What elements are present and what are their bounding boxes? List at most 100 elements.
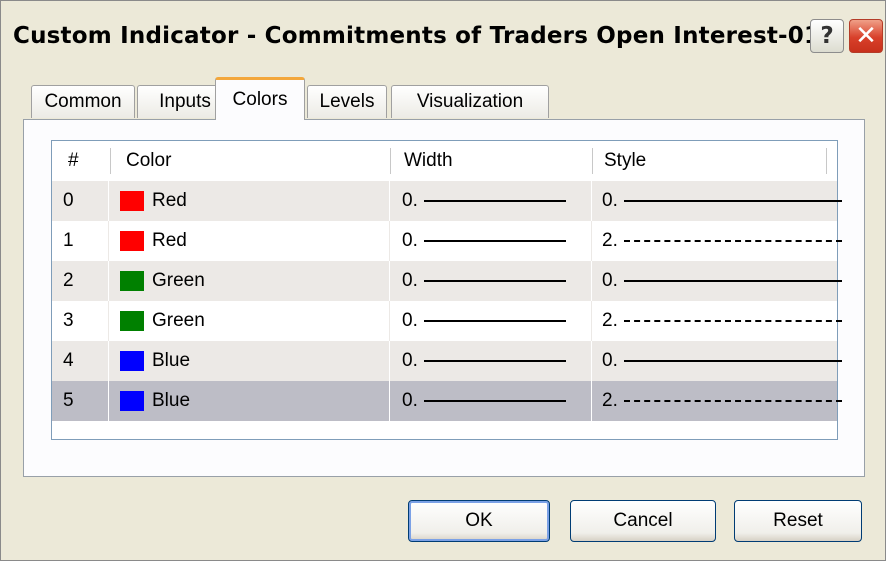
color-name: Green xyxy=(152,310,205,331)
table-row[interactable]: 3 Green 0. 2. xyxy=(52,301,842,341)
ok-button[interactable]: OK xyxy=(408,500,550,542)
style-value: 0. xyxy=(602,270,618,291)
color-name: Green xyxy=(152,270,205,291)
width-cell[interactable]: 0. xyxy=(402,181,592,221)
style-value: 0. xyxy=(602,350,618,371)
title-bar[interactable]: Custom Indicator - Commitments of Trader… xyxy=(1,1,885,75)
width-value: 0. xyxy=(402,350,418,371)
column-divider[interactable] xyxy=(592,148,593,174)
style-line-sample xyxy=(623,280,842,282)
color-cell[interactable]: Green xyxy=(120,261,385,301)
table-row[interactable]: 1 Red 0. 2. xyxy=(52,221,842,261)
width-cell[interactable]: 0. xyxy=(402,341,592,381)
width-cell[interactable]: 0. xyxy=(402,301,592,341)
width-line-sample xyxy=(423,360,566,362)
width-line-sample xyxy=(423,240,566,242)
cell-divider xyxy=(389,341,390,381)
color-name: Red xyxy=(152,230,187,251)
style-cell[interactable]: 0. xyxy=(602,261,842,301)
row-number: 3 xyxy=(63,310,74,331)
color-name: Red xyxy=(152,190,187,211)
close-button[interactable]: ✕ xyxy=(849,19,883,53)
style-cell[interactable]: 0. xyxy=(602,181,842,221)
row-number: 0 xyxy=(63,190,74,211)
style-line-sample xyxy=(623,400,842,402)
color-cell[interactable]: Blue xyxy=(120,341,385,381)
style-line-sample xyxy=(623,200,842,202)
close-icon: ✕ xyxy=(855,21,877,51)
color-cell[interactable]: Red xyxy=(120,221,385,261)
column-header-style[interactable]: Style xyxy=(604,141,824,181)
column-divider[interactable] xyxy=(110,148,111,174)
help-button[interactable]: ? xyxy=(810,19,844,53)
row-number: 4 xyxy=(63,350,74,371)
tab-colors[interactable]: Colors xyxy=(215,77,305,120)
style-cell[interactable]: 0. xyxy=(602,341,842,381)
cell-divider xyxy=(108,261,109,301)
column-divider[interactable] xyxy=(826,148,827,174)
color-swatch xyxy=(120,191,144,211)
width-value: 0. xyxy=(402,310,418,331)
tab-levels[interactable]: Levels xyxy=(307,85,387,118)
width-value: 0. xyxy=(402,190,418,211)
style-line-sample xyxy=(623,360,842,362)
list-header: # Color Width Style xyxy=(52,141,837,181)
table-row[interactable]: 2 Green 0. 0. xyxy=(52,261,842,301)
column-header-number[interactable]: # xyxy=(68,141,108,181)
row-number: 2 xyxy=(63,270,74,291)
cell-divider xyxy=(108,341,109,381)
width-line-sample xyxy=(423,200,566,202)
color-cell[interactable]: Green xyxy=(120,301,385,341)
cell-divider xyxy=(108,221,109,261)
cell-divider xyxy=(108,301,109,341)
table-row-selected[interactable]: 5 Blue 0. 2. xyxy=(52,381,842,421)
width-value: 0. xyxy=(402,390,418,411)
reset-button[interactable]: Reset xyxy=(734,500,862,542)
row-number: 1 xyxy=(63,230,74,251)
style-cell[interactable]: 2. xyxy=(602,381,842,421)
color-swatch xyxy=(120,231,144,251)
window-title: Custom Indicator - Commitments of Trader… xyxy=(13,23,821,49)
cancel-button[interactable]: Cancel xyxy=(570,500,716,542)
color-swatch xyxy=(120,351,144,371)
cell-divider xyxy=(389,221,390,261)
column-divider[interactable] xyxy=(390,148,391,174)
width-cell[interactable]: 0. xyxy=(402,381,592,421)
color-name: Blue xyxy=(152,350,191,371)
style-value: 2. xyxy=(602,310,618,331)
color-cell[interactable]: Red xyxy=(120,181,385,221)
tab-visualization[interactable]: Visualization xyxy=(391,85,549,118)
colors-list[interactable]: # Color Width Style 0 Red 0. 0. 1 Red 0.… xyxy=(51,140,842,440)
width-line-sample xyxy=(423,280,566,282)
cell-divider xyxy=(389,301,390,341)
cell-divider xyxy=(389,261,390,301)
style-value: 2. xyxy=(602,390,618,411)
column-header-width[interactable]: Width xyxy=(404,141,584,181)
colors-tab-panel: # Color Width Style 0 Red 0. 0. 1 Red 0.… xyxy=(23,119,865,477)
cell-divider xyxy=(389,181,390,221)
width-cell[interactable]: 0. xyxy=(402,221,592,261)
help-icon: ? xyxy=(820,23,834,49)
style-cell[interactable]: 2. xyxy=(602,301,842,341)
color-swatch xyxy=(120,271,144,291)
table-row[interactable]: 0 Red 0. 0. xyxy=(52,181,842,221)
style-value: 0. xyxy=(602,190,618,211)
column-header-color[interactable]: Color xyxy=(126,141,376,181)
width-value: 0. xyxy=(402,230,418,251)
tab-common[interactable]: Common xyxy=(31,85,135,118)
table-row[interactable]: 4 Blue 0. 0. xyxy=(52,341,842,381)
color-swatch xyxy=(120,391,144,411)
color-name: Blue xyxy=(152,390,191,411)
width-cell[interactable]: 0. xyxy=(402,261,592,301)
style-value: 2. xyxy=(602,230,618,251)
cell-divider xyxy=(108,181,109,221)
color-swatch xyxy=(120,311,144,331)
style-cell[interactable]: 2. xyxy=(602,221,842,261)
indicator-dialog: Custom Indicator - Commitments of Trader… xyxy=(0,0,886,561)
width-line-sample xyxy=(423,320,566,322)
width-value: 0. xyxy=(402,270,418,291)
style-line-sample xyxy=(623,240,842,242)
color-cell[interactable]: Blue xyxy=(120,381,385,421)
cell-divider xyxy=(108,381,109,421)
width-line-sample xyxy=(423,400,566,402)
